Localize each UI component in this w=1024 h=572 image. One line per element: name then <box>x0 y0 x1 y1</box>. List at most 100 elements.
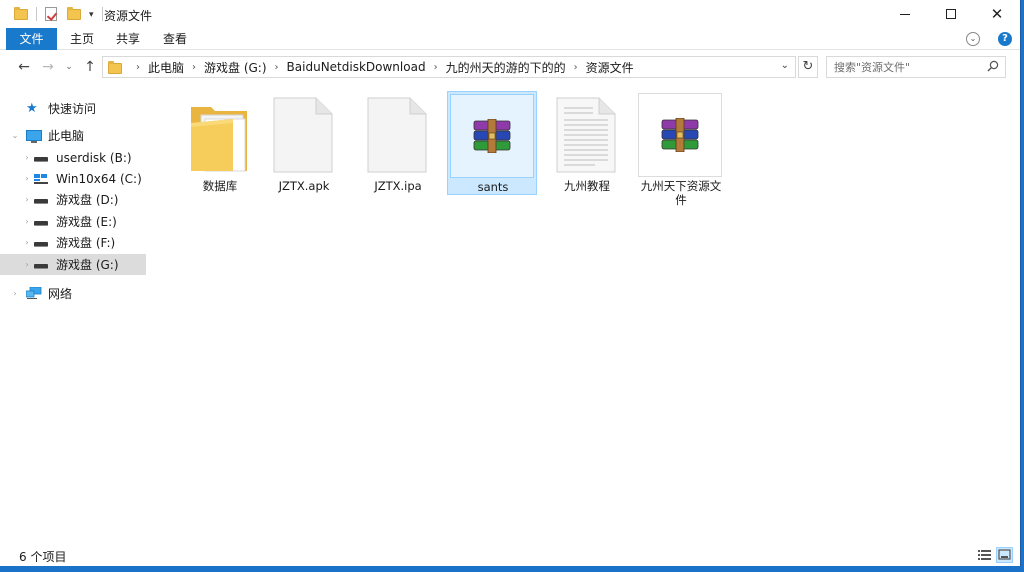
sidebar-item-label: 游戏盘 (E:) <box>56 215 117 229</box>
close-button[interactable]: ✕ <box>974 0 1020 28</box>
drive-icon <box>34 151 50 165</box>
breadcrumb-chevron-icon[interactable]: › <box>275 62 279 73</box>
sidebar-item-label: userdisk (B:) <box>56 150 132 165</box>
file-item-ipa[interactable]: JZTX.ipa <box>353 91 443 195</box>
expand-chevron-icon[interactable]: › <box>22 174 32 183</box>
properties-check-icon[interactable] <box>45 7 59 21</box>
refresh-button[interactable]: ↻ <box>798 56 818 78</box>
folder-icon[interactable] <box>14 7 28 21</box>
file-item-folder[interactable]: 数据库 <box>175 91 265 195</box>
sidebar-item-label: 网络 <box>48 287 73 301</box>
blank-file-icon <box>261 93 345 177</box>
sidebar-item-drive-b[interactable]: › userdisk (B:) <box>0 147 146 168</box>
details-view-button[interactable] <box>976 547 993 563</box>
navigation-pane: ★ 快速访问 ⌄ 此电脑 › userdisk (B:) › Win10x64 … <box>0 88 147 544</box>
tab-home[interactable]: 主页 <box>60 28 104 50</box>
file-name: 九州教程 <box>564 179 610 193</box>
sidebar-item-label: Win10x64 (C:) <box>56 171 142 186</box>
expand-chevron-icon[interactable]: › <box>22 238 32 247</box>
address-bar[interactable]: › 此电脑 › 游戏盘 (G:) › BaiduNetdiskDownload … <box>102 56 796 78</box>
sidebar-item-label: 游戏盘 (G:) <box>56 258 119 272</box>
maximize-icon <box>946 9 956 19</box>
breadcrumb-chevron-icon[interactable]: › <box>192 62 196 73</box>
sidebar-item-this-pc[interactable]: ⌄ 此电脑 <box>0 125 146 146</box>
breadcrumb-parent-folder[interactable]: 九的州天的游的下的的 <box>446 59 566 76</box>
breadcrumb-current-folder[interactable]: 资源文件 <box>586 59 634 76</box>
star-icon: ★ <box>26 100 38 116</box>
sidebar-item-drive-c[interactable]: › Win10x64 (C:) <box>0 168 146 189</box>
ribbon-tabs: 文件 主页 共享 查看 ⌄ ? <box>0 28 1020 50</box>
file-item-apk[interactable]: JZTX.apk <box>259 91 349 195</box>
breadcrumb-chevron-icon[interactable]: › <box>136 62 140 73</box>
breadcrumb: › 此电脑 › 游戏盘 (G:) › BaiduNetdiskDownload … <box>128 57 634 77</box>
tab-file[interactable]: 文件 <box>6 28 57 50</box>
quick-access-toolbar: ▾ <box>14 5 111 23</box>
navigation-bar: ← → ⌄ ↑ › 此电脑 › 游戏盘 (G:) › BaiduNetdiskD… <box>0 51 1020 83</box>
search-input[interactable] <box>827 57 977 77</box>
sidebar-item-quick-access[interactable]: ★ 快速访问 <box>0 98 146 119</box>
drive-icon <box>34 215 50 229</box>
maximize-button[interactable] <box>928 0 974 28</box>
details-view-icon <box>978 550 991 560</box>
expand-chevron-icon[interactable]: › <box>22 195 32 204</box>
search-box[interactable] <box>826 56 1006 78</box>
customize-toolbar-chevron-icon[interactable]: ▾ <box>89 10 94 20</box>
computer-icon <box>26 129 42 143</box>
expand-ribbon-chevron-icon[interactable]: ⌄ <box>966 32 980 46</box>
blank-file-icon <box>355 93 439 177</box>
text-document-icon <box>544 93 628 177</box>
search-icon[interactable] <box>987 60 999 72</box>
sidebar-item-drive-f[interactable]: › 游戏盘 (F:) <box>0 232 146 253</box>
sidebar-item-drive-g[interactable]: › 游戏盘 (G:) <box>0 254 146 275</box>
file-item-tutorial-document[interactable]: 九州教程 <box>542 91 632 195</box>
minimize-icon <box>900 13 910 15</box>
minimize-button[interactable] <box>882 0 928 28</box>
toolbar-separator <box>101 7 103 21</box>
new-folder-icon[interactable] <box>67 7 81 21</box>
breadcrumb-baidu-download[interactable]: BaiduNetdiskDownload <box>287 60 426 74</box>
file-view[interactable]: 数据库 JZTX.apk JZTX.ipa sants 九州教程 九州天下资源文… <box>148 83 1020 545</box>
rar-archive-icon <box>638 93 722 177</box>
network-icon <box>25 286 42 301</box>
window-title: 资源文件 <box>104 9 153 23</box>
sidebar-item-network[interactable]: › 网络 <box>0 283 146 304</box>
help-icon[interactable]: ? <box>998 32 1012 46</box>
title-bar: ▾ 资源文件 ✕ <box>0 0 1020 28</box>
expand-chevron-icon[interactable]: › <box>22 217 32 226</box>
up-arrow-icon[interactable]: ↑ <box>80 57 100 77</box>
tab-share[interactable]: 共享 <box>106 28 150 50</box>
large-icons-view-button[interactable] <box>996 547 1013 563</box>
close-icon: ✕ <box>990 4 1004 23</box>
sidebar-item-drive-d[interactable]: › 游戏盘 (D:) <box>0 189 146 210</box>
sidebar-item-label: 游戏盘 (D:) <box>56 193 119 207</box>
sidebar-item-label: 此电脑 <box>48 129 85 143</box>
file-name: JZTX.apk <box>278 179 330 193</box>
drive-icon <box>34 236 50 250</box>
file-item-resources-archive[interactable]: 九州天下资源文件 <box>636 91 726 207</box>
breadcrumb-drive-g[interactable]: 游戏盘 (G:) <box>204 59 267 76</box>
file-name: sants <box>477 180 509 194</box>
item-count: 6 个项目 <box>19 550 67 564</box>
breadcrumb-this-pc[interactable]: 此电脑 <box>148 59 184 76</box>
sidebar-item-label: 快速访问 <box>48 102 97 116</box>
drive-icon <box>34 193 50 207</box>
recent-locations-chevron-icon[interactable]: ⌄ <box>62 57 76 77</box>
back-arrow-icon[interactable]: ← <box>14 57 34 77</box>
drive-icon <box>34 258 50 272</box>
expand-chevron-icon[interactable]: › <box>22 153 32 162</box>
breadcrumb-chevron-icon[interactable]: › <box>434 62 438 73</box>
sidebar-item-drive-e[interactable]: › 游戏盘 (E:) <box>0 211 146 232</box>
expand-chevron-icon[interactable]: › <box>10 289 20 298</box>
tab-view[interactable]: 查看 <box>152 28 198 50</box>
folder-icon <box>177 93 261 177</box>
explorer-window: ▾ 资源文件 ✕ 文件 主页 共享 查看 ⌄ ? ← → ⌄ ↑ › 此电脑 ›… <box>0 0 1021 566</box>
breadcrumb-chevron-icon[interactable]: › <box>574 62 578 73</box>
expand-chevron-icon[interactable]: › <box>22 260 32 269</box>
expand-chevron-icon[interactable]: ⌄ <box>10 131 20 140</box>
large-icons-view-icon <box>998 549 1011 560</box>
status-bar: 6 个项目 <box>0 545 1020 566</box>
forward-arrow-icon[interactable]: → <box>38 57 58 77</box>
address-history-chevron-icon[interactable]: ⌄ <box>781 60 789 71</box>
sidebar-item-label: 游戏盘 (F:) <box>56 236 116 250</box>
file-item-sants-archive[interactable]: sants <box>447 91 537 195</box>
